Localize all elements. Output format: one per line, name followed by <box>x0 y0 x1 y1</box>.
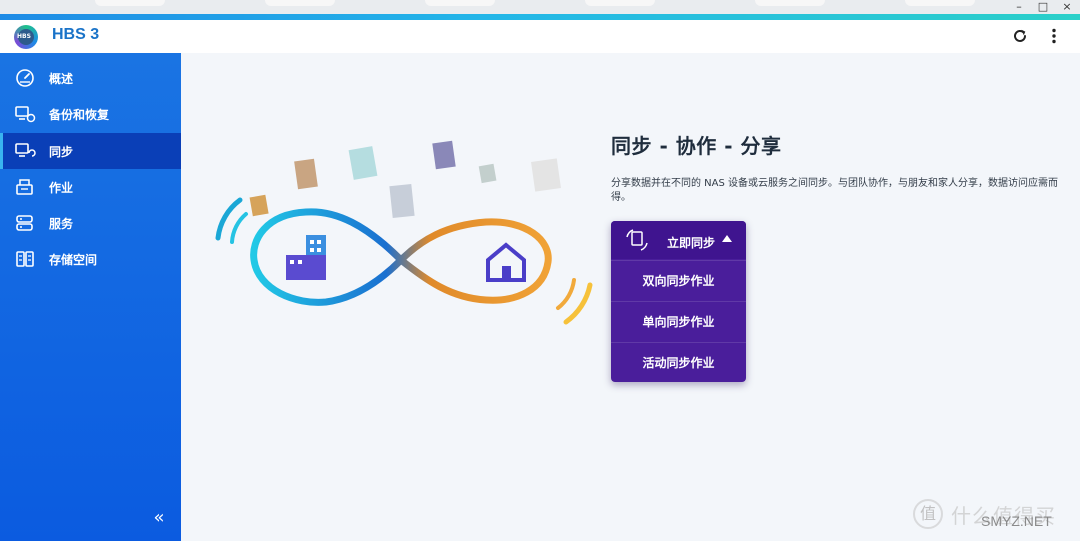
watermark: 值 什么值得买 SMYZ.NET <box>913 498 1073 534</box>
home-icon <box>486 242 526 282</box>
chevron-up-icon <box>722 235 732 242</box>
sync-now-label: 立即同步 <box>667 236 716 250</box>
sidebar-item-backup-restore[interactable]: 备份和恢复 <box>0 96 181 132</box>
browser-tab <box>585 0 655 6</box>
active-sync-option[interactable]: 活动同步作业 <box>611 342 746 382</box>
sidebar-item-label: 概述 <box>49 71 74 86</box>
storage-icon <box>16 251 34 267</box>
sync-now-menu: 立即同步 双向同步作业 单向同步作业 活动同步作业 <box>611 221 746 382</box>
maximize-button[interactable]: □ <box>1036 1 1050 13</box>
page-description: 分享数据并在不同的 NAS 设备或云服务之间同步。与团队协作，与朋友和家人分享，… <box>611 178 1059 203</box>
app-title: HBS 3 <box>52 26 100 43</box>
logo-text: HBS <box>17 33 31 40</box>
collapse-sidebar-button[interactable]: « <box>149 508 169 528</box>
sync-icon <box>15 143 36 157</box>
sidebar-item-sync[interactable]: 同步 <box>0 133 181 169</box>
building-icon <box>286 235 326 280</box>
watermark-logo: 值 <box>913 499 943 529</box>
window-controls: – □ × <box>1012 1 1074 13</box>
sync-illustration <box>215 140 593 325</box>
backup-restore-icon <box>15 106 36 123</box>
browser-tab <box>265 0 335 6</box>
sidebar-item-jobs[interactable]: 作业 <box>0 169 181 205</box>
dashboard-icon <box>16 69 34 87</box>
browser-tab <box>95 0 165 6</box>
browser-tab <box>905 0 975 6</box>
jobs-icon <box>16 179 33 195</box>
page-title: 同步 - 协作 - 分享 <box>611 134 782 158</box>
refresh-icon[interactable] <box>1011 27 1029 45</box>
services-icon <box>16 215 33 231</box>
sync-now-button[interactable]: 立即同步 <box>611 221 746 259</box>
browser-tab <box>755 0 825 6</box>
os-top-strip: – □ × <box>0 0 1080 14</box>
sidebar-item-label: 备份和恢复 <box>49 107 110 122</box>
one-way-sync-option[interactable]: 单向同步作业 <box>611 301 746 341</box>
sidebar-item-overview[interactable]: 概述 <box>0 60 181 96</box>
minimize-button[interactable]: – <box>1012 1 1026 13</box>
close-button[interactable]: × <box>1060 1 1074 13</box>
sync-files-icon <box>626 229 648 251</box>
more-vertical-icon[interactable] <box>1047 27 1061 45</box>
sidebar-item-label: 同步 <box>49 144 74 159</box>
sidebar-item-label: 作业 <box>49 180 74 195</box>
sidebar-item-storage[interactable]: 存储空间 <box>0 241 181 277</box>
sidebar-item-services[interactable]: 服务 <box>0 205 181 241</box>
sidebar-item-label: 服务 <box>49 216 74 231</box>
two-way-sync-option[interactable]: 双向同步作业 <box>611 260 746 300</box>
sidebar: 概述 备份和恢复 同步 作业 服务 存储空间 « <box>0 53 181 541</box>
sidebar-item-label: 存储空间 <box>49 252 98 267</box>
browser-tab <box>425 0 495 6</box>
watermark-sub: SMYZ.NET <box>981 513 1052 529</box>
app-header: HBS HBS 3 <box>0 20 1080 53</box>
